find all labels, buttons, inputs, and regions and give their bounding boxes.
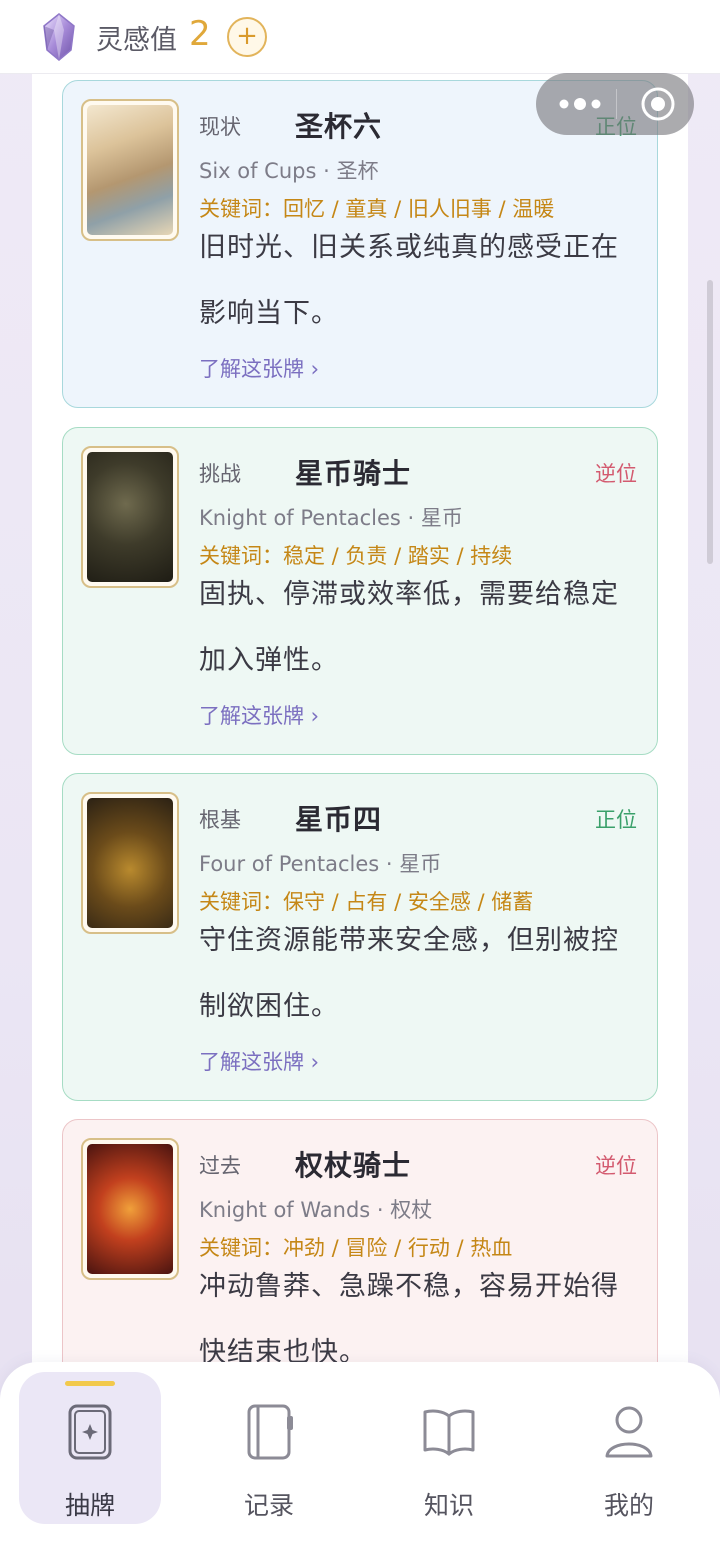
spread-position-label: 挑战 (199, 462, 241, 486)
tab-draw[interactable]: 抽牌 (19, 1372, 161, 1524)
card-name: 星币骑士 (295, 457, 412, 490)
orientation-badge: 逆位 (595, 462, 637, 486)
miniprogram-capsule (536, 73, 694, 135)
learn-card-link[interactable]: 了解这张牌 › (199, 353, 319, 383)
learn-card-link[interactable]: 了解这张牌 › (199, 700, 319, 730)
card-subtitle: Four of Pentacles · 星币 (199, 852, 442, 876)
tab-label: 记录 (243, 1491, 294, 1520)
spread-position-label: 过去 (199, 1154, 241, 1178)
active-tab-indicator (65, 1381, 115, 1386)
bottom-tab-bar: 抽牌 记录 知识 我的 (0, 1362, 720, 1544)
orientation-badge: 正位 (595, 808, 637, 832)
page: 灵感值 2 + 现状 圣杯六 正位 Six of Cups · 圣杯 关键词：回… (0, 0, 720, 1544)
crystal-gem-icon (43, 13, 75, 61)
card-name: 圣杯六 (295, 110, 383, 143)
card-description: 旧时光、旧关系或纯真的感受正在影响当下。 (199, 232, 619, 329)
spread-position-label: 根基 (199, 808, 241, 832)
tab-label: 知识 (423, 1491, 474, 1520)
tarot-card-item[interactable]: 过去 权杖骑士 逆位 Knight of Wands · 权杖 关键词：冲劲 /… (62, 1119, 658, 1384)
card-name: 权杖骑士 (295, 1149, 412, 1182)
card-thumbnail (81, 1138, 179, 1280)
tab-records[interactable]: 记录 (198, 1372, 340, 1524)
open-book-icon (423, 1409, 475, 1456)
card-thumbnail (81, 446, 179, 588)
tarot-card-icon (68, 1404, 112, 1460)
orientation-badge: 逆位 (595, 1154, 637, 1178)
card-name: 星币四 (295, 803, 383, 836)
top-bar: 灵感值 2 + (0, 0, 720, 74)
learn-card-link[interactable]: 了解这张牌 › (199, 1046, 319, 1076)
target-circle-icon[interactable] (640, 86, 676, 122)
card-subtitle: Knight of Wands · 权杖 (199, 1198, 433, 1222)
card-subtitle: Six of Cups · 圣杯 (199, 159, 379, 183)
scrollbar[interactable] (707, 280, 713, 564)
reading-panel: 现状 圣杯六 正位 Six of Cups · 圣杯 关键词：回忆 / 童真 /… (32, 74, 688, 1384)
four-of-pentacles-artwork (87, 798, 173, 928)
card-subtitle: Knight of Pentacles · 星币 (199, 506, 463, 530)
notebook-icon (247, 1404, 293, 1460)
six-of-cups-artwork (87, 105, 173, 235)
inspiration-points-value: 2 (189, 14, 211, 54)
tab-label: 我的 (603, 1491, 654, 1520)
inspiration-points-label: 灵感值 (96, 25, 177, 56)
tab-label: 抽牌 (64, 1491, 115, 1520)
card-thumbnail (81, 792, 179, 934)
card-description: 固执、停滞或效率低，需要给稳定加入弹性。 (199, 579, 619, 676)
more-dots-icon[interactable] (556, 93, 612, 115)
tarot-card-item[interactable]: 根基 星币四 正位 Four of Pentacles · 星币 关键词：保守 … (62, 773, 658, 1101)
card-thumbnail (81, 99, 179, 241)
spread-position-label: 现状 (199, 115, 241, 139)
add-points-button[interactable]: + (227, 17, 267, 57)
capsule-divider (616, 89, 617, 119)
card-description: 守住资源能带来安全感，但别被控制欲困住。 (199, 925, 619, 1022)
tab-knowledge[interactable]: 知识 (378, 1372, 520, 1524)
tarot-card-item[interactable]: 挑战 星币骑士 逆位 Knight of Pentacles · 星币 关键词：… (62, 427, 658, 755)
user-icon (605, 1406, 653, 1458)
tab-profile[interactable]: 我的 (558, 1372, 700, 1524)
knight-of-pentacles-artwork (87, 452, 173, 582)
knight-of-wands-artwork (87, 1144, 173, 1274)
